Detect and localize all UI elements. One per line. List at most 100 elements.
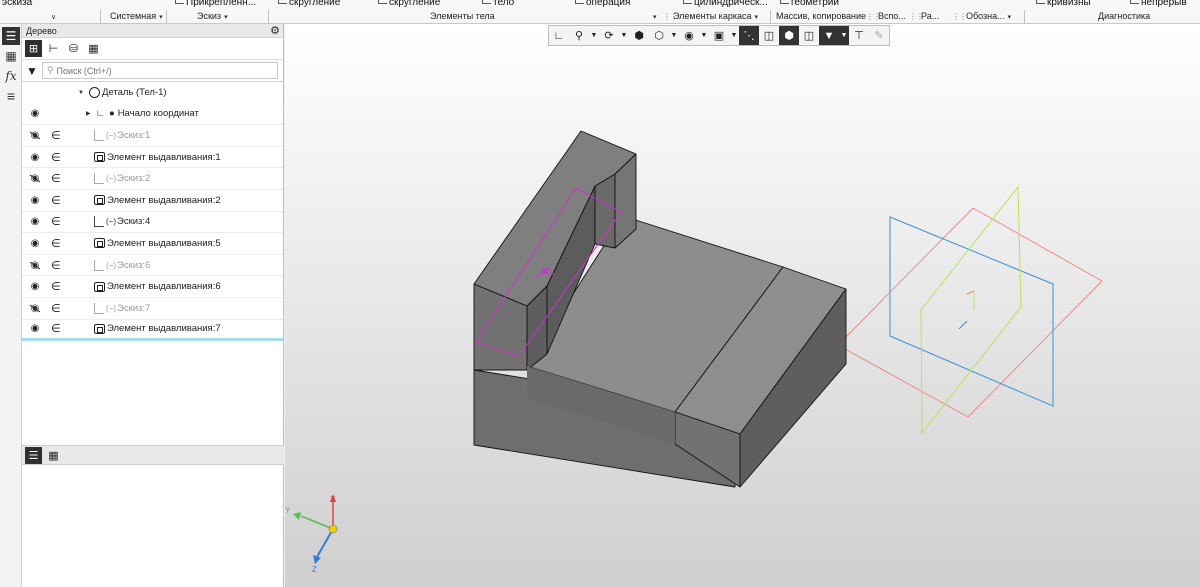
ribbon-group-diagnostics[interactable]: Диагностика: [1098, 11, 1150, 23]
tree-row[interactable]: ◉ ∈ (−) Эскиз:4: [22, 212, 283, 234]
model-viewport[interactable]: X Y Z ∟ ⚲ ▼ ⟳ ▼ ⬢ ⬡ ▼ ◉ ▼ ▣ ▼ ⋱ ◫ ⬢ ◫ ▼ …: [285, 24, 1200, 587]
3d-scene[interactable]: X Y Z: [285, 24, 1200, 587]
eye-icon[interactable]: ◉: [28, 216, 42, 227]
tree-row-origin[interactable]: ◉ ▶ ∟ ● Начало координат: [22, 104, 283, 126]
eye-icon[interactable]: ◉: [28, 281, 42, 292]
tree-build-icon[interactable]: ⊞: [25, 40, 42, 57]
orientation-icon[interactable]: ∟: [549, 26, 569, 45]
ribbon-expand-arrow[interactable]: ∨: [48, 11, 56, 23]
tree-icon[interactable]: ☰: [2, 27, 20, 45]
appearance-icon[interactable]: ⬢: [779, 26, 799, 45]
fx-icon[interactable]: fx: [2, 67, 20, 85]
tree-node-sketch[interactable]: (−) Эскиз:7: [94, 302, 150, 314]
tree-row[interactable]: ◉ ∈ Элемент выдавливания:1: [22, 147, 283, 169]
eye-hidden-icon[interactable]: ◉: [28, 260, 42, 271]
ribbon-button-continuity[interactable]: непрерыв: [1130, 0, 1187, 9]
tree-row[interactable]: ◉ ∈ Элемент выдавливания:5: [22, 233, 283, 255]
tree-components-icon[interactable]: ⛁: [65, 40, 82, 57]
tree-node-extrude[interactable]: Элемент выдавливания:2: [94, 195, 221, 206]
tree-row[interactable]: ◉ ∈ Элемент выдавливания:7: [22, 320, 283, 342]
filter-icon[interactable]: ▼: [819, 26, 839, 45]
include-icon[interactable]: ∈: [51, 151, 61, 164]
tree-row[interactable]: ◉ ∈ (−) Эскиз:1: [22, 125, 283, 147]
perspective-icon[interactable]: ⋱: [739, 26, 759, 45]
measure-icon[interactable]: ⊤: [849, 26, 869, 45]
display-mode-dropdown-icon[interactable]: ▼: [729, 26, 739, 45]
expand-caret-icon[interactable]: ▼: [78, 90, 84, 96]
include-icon[interactable]: ∈: [51, 322, 61, 335]
tree-row[interactable]: ◉ ∈ Элемент выдавливания:6: [22, 276, 283, 298]
ribbon-group-notation[interactable]: Обозна... ▾: [966, 11, 1011, 23]
include-icon[interactable]: ∈: [51, 172, 61, 185]
ribbon-group-pattern[interactable]: Массив, копирование: [776, 11, 866, 23]
display-mode-icon[interactable]: ▣: [709, 26, 729, 45]
ribbon-group-system[interactable]: Системная ▾: [110, 11, 163, 23]
tree-row[interactable]: ◉ ∈ (−) Эскиз:7: [22, 298, 283, 320]
include-icon[interactable]: ∈: [51, 194, 61, 207]
hide-dropdown-icon[interactable]: ▼: [699, 26, 709, 45]
layers-icon[interactable]: ≡: [2, 87, 20, 105]
ribbon-button-attached[interactable]: Прикрепленн...: [175, 0, 256, 9]
ribbon-grip[interactable]: ⋮⋮: [952, 12, 967, 21]
tree-root-row[interactable]: ▼ Деталь (Тел-1): [22, 82, 283, 104]
zoom-icon[interactable]: ⚲: [569, 26, 589, 45]
tree-node-part[interactable]: ▼ Деталь (Тел-1): [78, 87, 167, 99]
zoom-dropdown-icon[interactable]: ▼: [589, 26, 599, 45]
filter-icon[interactable]: ▼: [26, 64, 38, 78]
tree-node-sketch[interactable]: (−) Эскиз:2: [94, 173, 150, 185]
ribbon-group-ra[interactable]: Ра...: [921, 11, 939, 23]
eye-icon[interactable]: ◉: [28, 323, 42, 334]
ribbon-button-curvature[interactable]: кривизны: [1036, 0, 1091, 9]
tree-node-extrude[interactable]: Элемент выдавливания:6: [94, 281, 221, 292]
ribbon-group-wireframe[interactable]: Элементы каркаса ▾: [673, 11, 758, 23]
tree-selection-icon[interactable]: ▦: [85, 40, 102, 57]
tree-node-sketch[interactable]: (−) Эскиз:6: [94, 259, 150, 271]
tree-node-sketch[interactable]: (−) Эскиз:4: [94, 216, 150, 228]
plane-green[interactable]: [920, 185, 1022, 435]
rotate-icon[interactable]: ⟳: [599, 26, 619, 45]
wireframe-icon[interactable]: ⬡: [649, 26, 669, 45]
tree-structure-icon[interactable]: ⊢: [45, 40, 62, 57]
eye-icon[interactable]: ◉: [28, 152, 42, 163]
include-icon[interactable]: ∈: [51, 129, 61, 142]
eye-hidden-icon[interactable]: ◉: [28, 303, 42, 314]
rotate-dropdown-icon[interactable]: ▼: [619, 26, 629, 45]
ribbon-button-operation[interactable]: операция: [575, 0, 630, 9]
ribbon-group-aux[interactable]: Вспо...: [878, 11, 906, 23]
eye-hidden-icon[interactable]: ◉: [28, 130, 42, 141]
eye-icon[interactable]: ◉: [28, 108, 42, 119]
ribbon-button-geometry[interactable]: геометрии: [780, 0, 839, 9]
include-icon[interactable]: ∈: [51, 280, 61, 293]
ribbon-button-chamfer[interactable]: скругление: [378, 0, 440, 9]
ribbon-group-body-elements[interactable]: Элементы тела: [430, 11, 495, 23]
tree-row[interactable]: ◉ ∈ (−) Эскиз:2: [22, 168, 283, 190]
eye-hidden-icon[interactable]: ◉: [28, 173, 42, 184]
gear-icon[interactable]: ⚙: [270, 24, 280, 38]
include-icon[interactable]: ∈: [51, 302, 61, 315]
ribbon-group-sketch[interactable]: Эскиз ▾: [197, 11, 228, 23]
ribbon-button-body[interactable]: тело: [482, 0, 514, 9]
shaded-with-edges-icon[interactable]: ⬢: [629, 26, 649, 45]
tree-row[interactable]: ◉ ∈ Элемент выдавливания:2: [22, 190, 283, 212]
properties-tab-icon[interactable]: ▦: [45, 447, 62, 464]
tree-node-extrude[interactable]: Элемент выдавливания:5: [94, 238, 221, 249]
include-icon[interactable]: ∈: [51, 215, 61, 228]
ribbon-button-fillet[interactable]: скругление: [278, 0, 340, 9]
tree-tab-icon[interactable]: ☰: [25, 446, 42, 464]
tree-node-extrude[interactable]: Элемент выдавливания:1: [94, 152, 221, 163]
section-icon[interactable]: ◫: [759, 26, 779, 45]
include-icon[interactable]: ∈: [51, 237, 61, 250]
properties-icon[interactable]: ▦: [2, 47, 20, 65]
eye-icon[interactable]: ◉: [28, 195, 42, 206]
part-model[interactable]: [473, 130, 847, 488]
ribbon-group-body-arrow[interactable]: ▾: [650, 11, 657, 23]
tree-node-sketch[interactable]: (−) Эскиз:1: [94, 129, 150, 141]
tree-node-extrude[interactable]: Элемент выдавливания:7: [94, 323, 221, 334]
ribbon-button-cylindrical[interactable]: цилиндрическ...: [683, 0, 768, 9]
display-dropdown-icon[interactable]: ▼: [669, 26, 679, 45]
filter-dropdown-icon[interactable]: ▼: [839, 26, 849, 45]
colors-icon[interactable]: ◫: [799, 26, 819, 45]
hide-icon[interactable]: ◉: [679, 26, 699, 45]
tree-search-input[interactable]: [56, 65, 257, 76]
eye-icon[interactable]: ◉: [28, 238, 42, 249]
